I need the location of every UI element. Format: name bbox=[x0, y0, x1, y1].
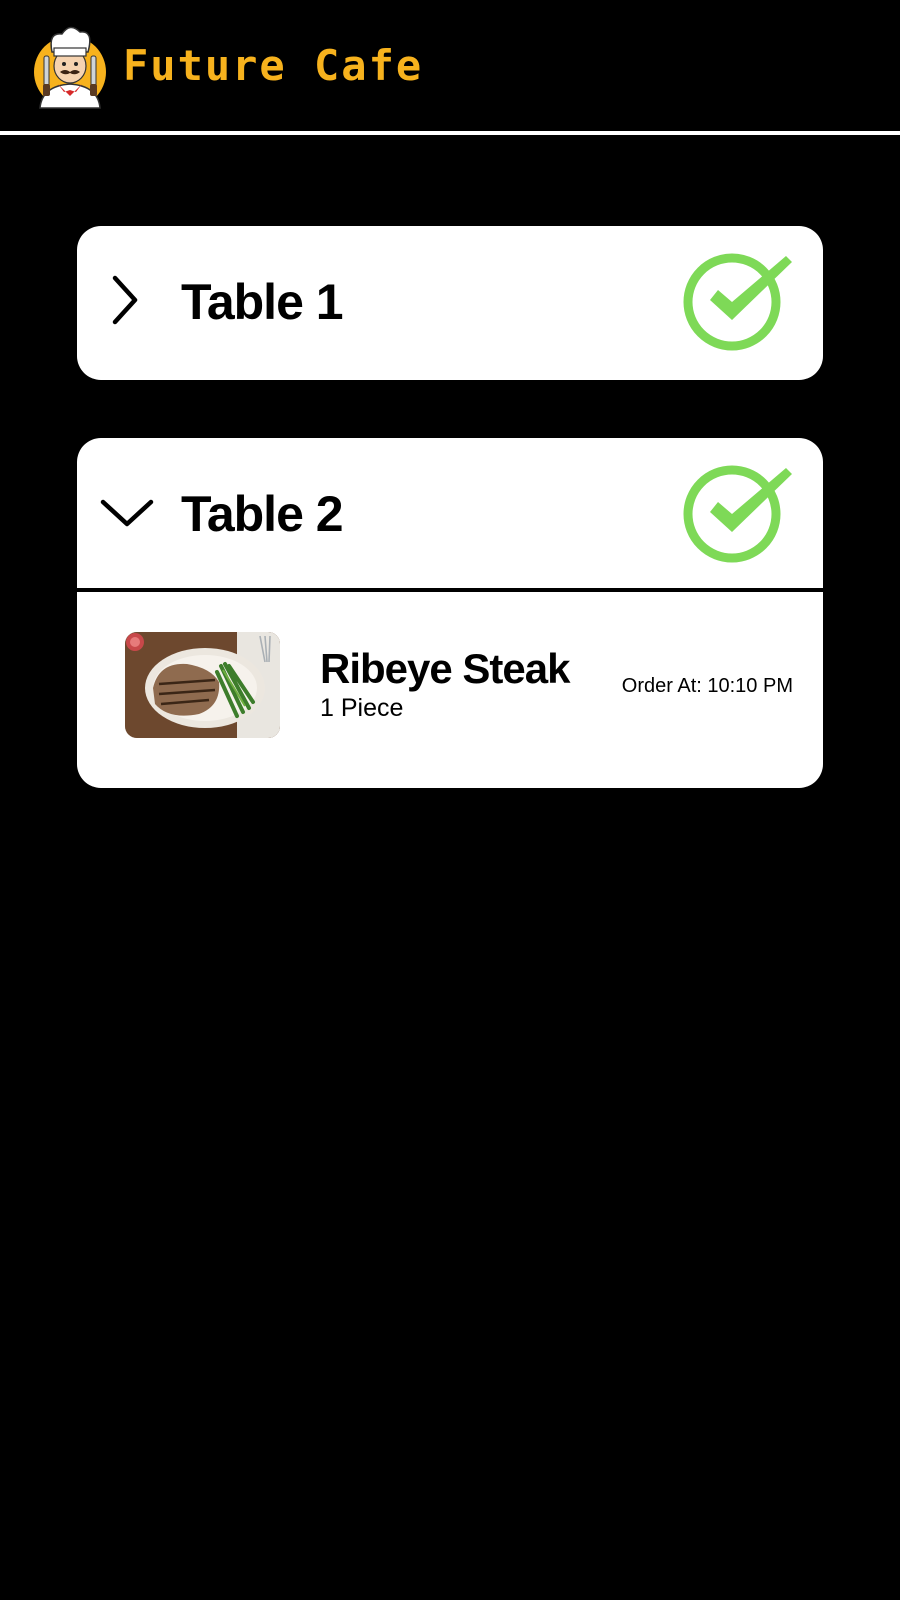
chef-logo-icon[interactable] bbox=[30, 22, 110, 110]
brand-name: Future Cafe bbox=[123, 41, 424, 90]
order-item-row[interactable]: Ribeye Steak 1 Piece Order At: 10:10 PM bbox=[77, 592, 823, 788]
order-time: Order At: 10:10 PM bbox=[621, 675, 793, 697]
app-header: Future Cafe bbox=[0, 0, 900, 135]
table-card-2[interactable]: Table 2 Ribeye Steak 1 Piece Order At: 1… bbox=[77, 438, 823, 788]
item-quantity: 1 Piece bbox=[320, 694, 404, 722]
table-card-header[interactable]: Table 2 bbox=[77, 438, 823, 592]
item-name: Ribeye Steak bbox=[320, 645, 570, 692]
chevron-right-icon[interactable] bbox=[99, 270, 155, 330]
table-card-header[interactable]: Table 1 bbox=[77, 226, 823, 378]
table-card-1[interactable]: Table 1 bbox=[77, 226, 823, 380]
check-circle-icon bbox=[683, 253, 792, 351]
check-circle-icon bbox=[683, 465, 792, 563]
table-title: Table 1 bbox=[181, 274, 344, 330]
steak-photo bbox=[125, 632, 280, 738]
chevron-down-icon[interactable] bbox=[99, 482, 155, 542]
table-title: Table 2 bbox=[181, 486, 344, 542]
